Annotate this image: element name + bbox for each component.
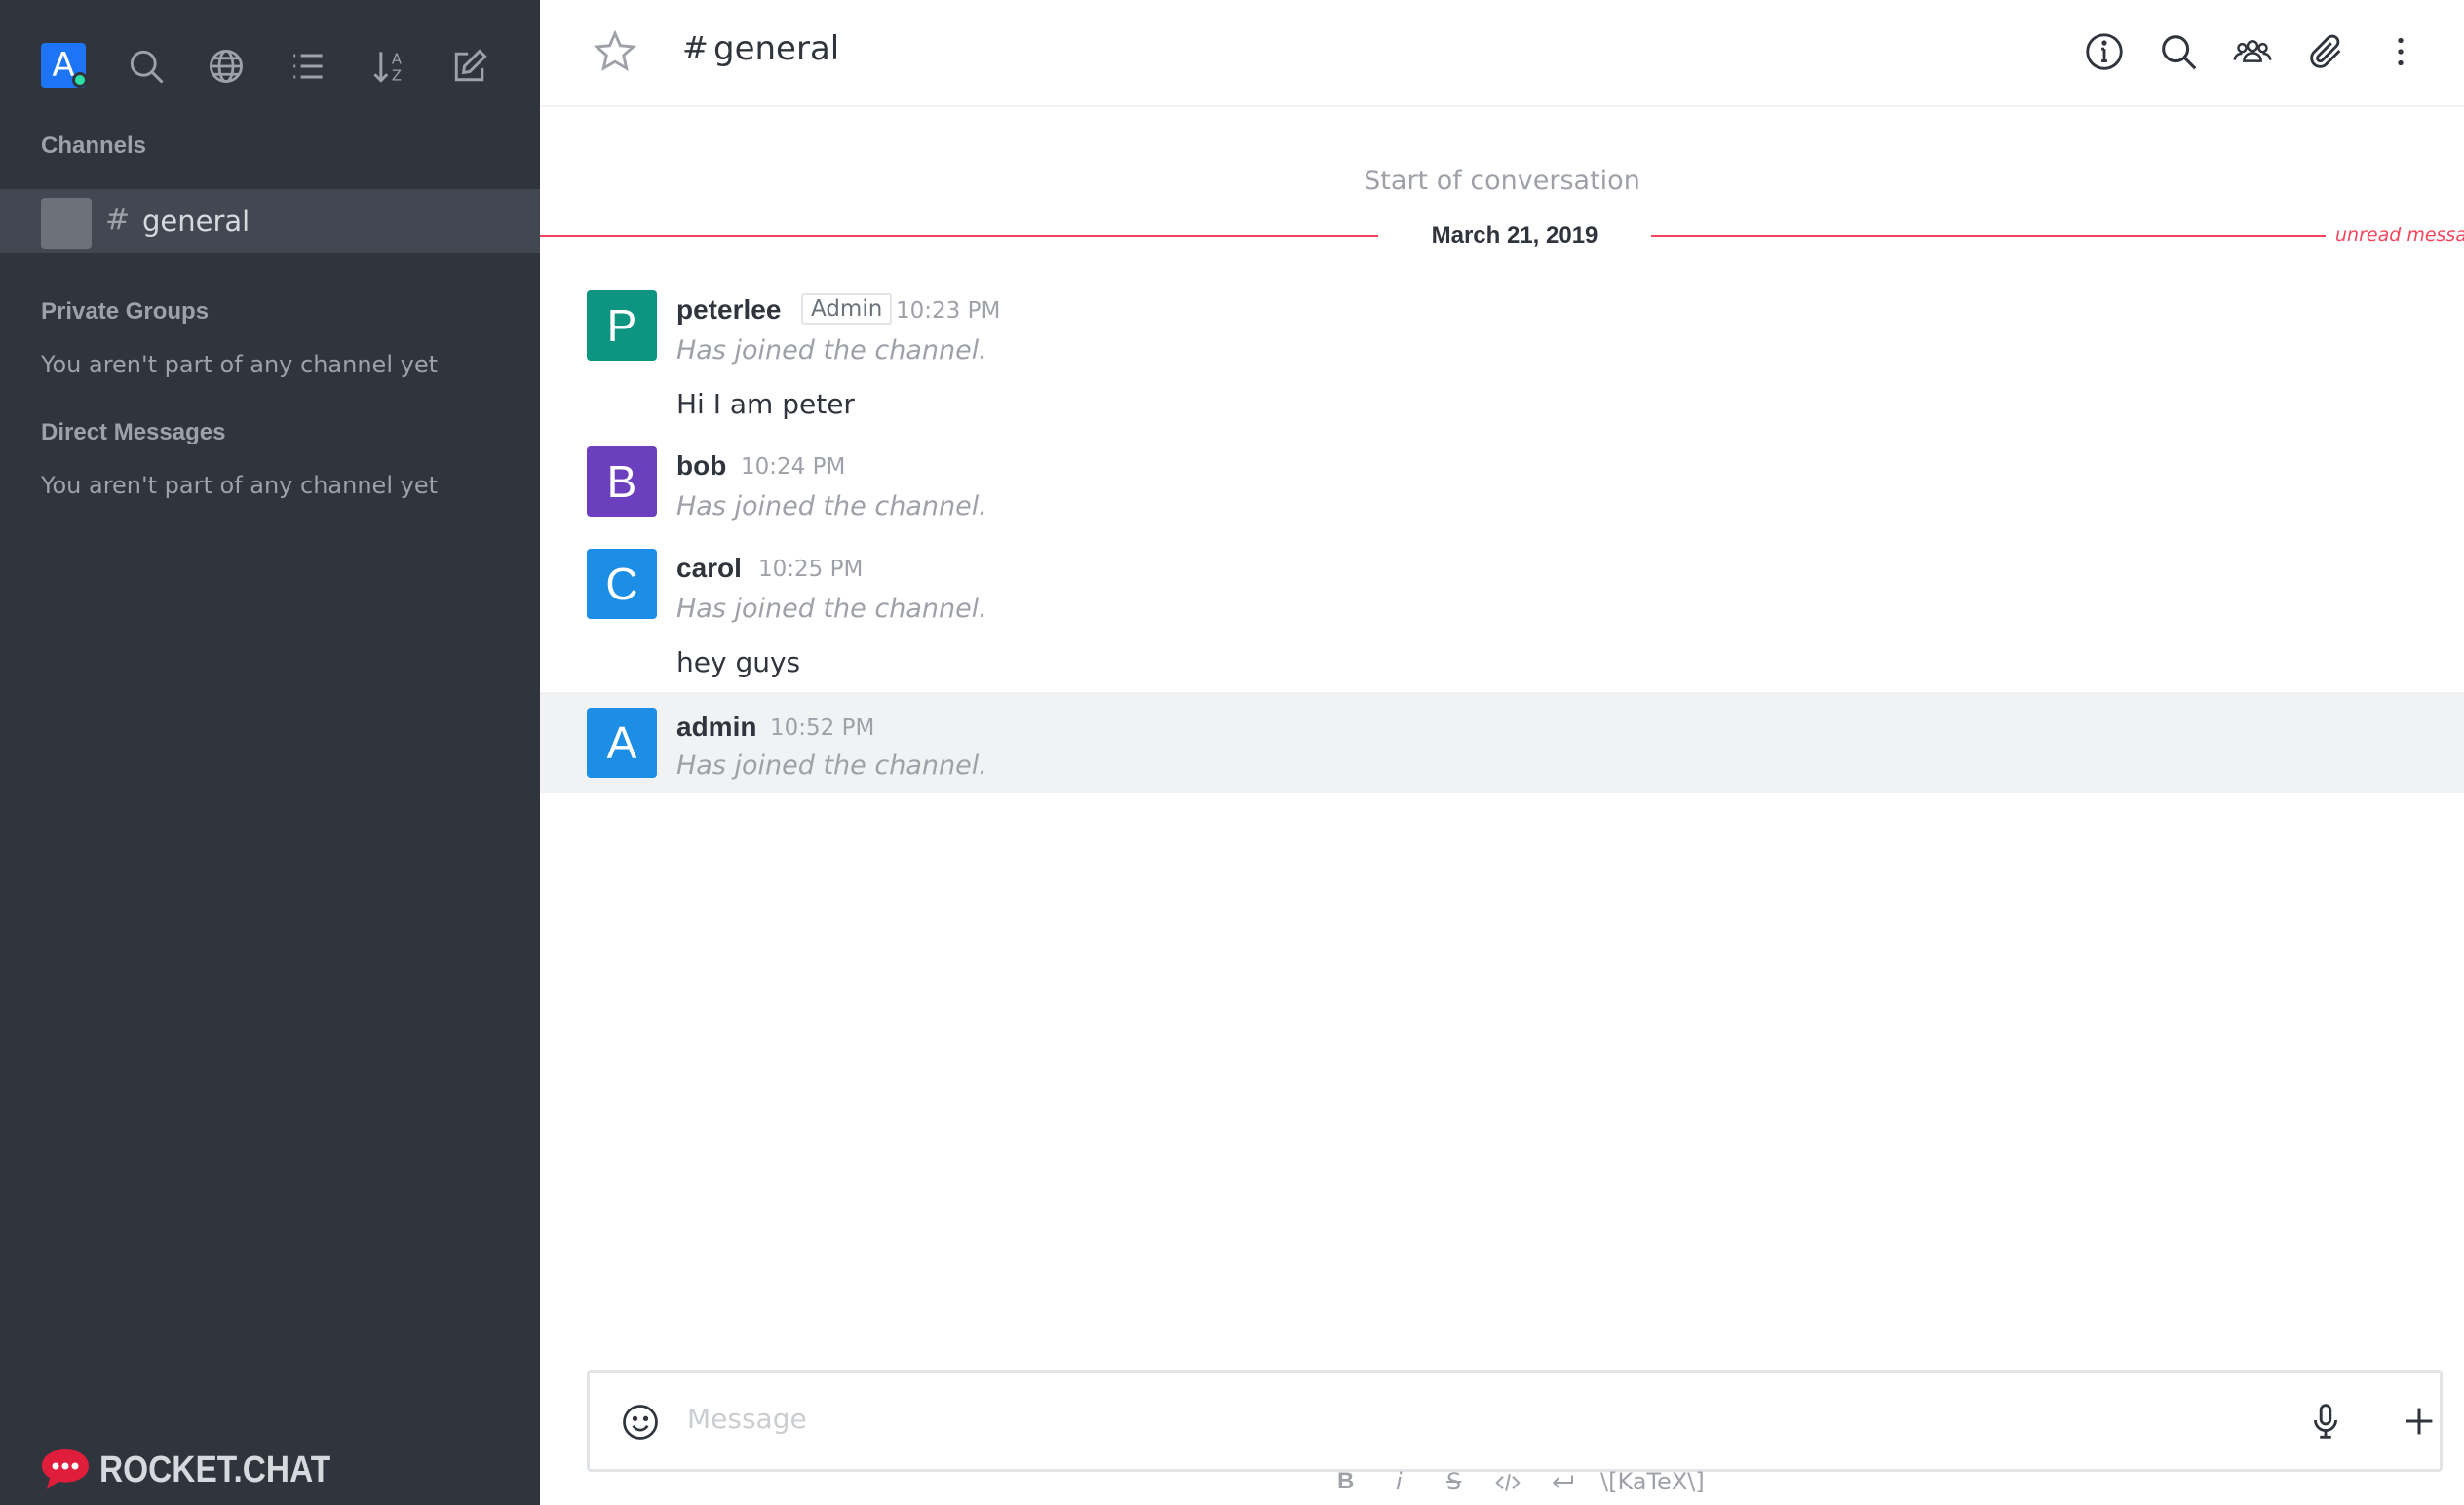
message-username[interactable]: admin xyxy=(676,712,756,743)
multiline-icon[interactable] xyxy=(1548,1468,1577,1503)
rocketchat-logo: ROCKET.CHAT xyxy=(39,1445,363,1495)
unread-messages-label[interactable]: unread messag xyxy=(2335,224,2464,246)
unread-divider-line xyxy=(1651,235,2326,237)
message-username[interactable]: carol xyxy=(676,553,742,584)
svg-text:A: A xyxy=(392,51,402,67)
avatar[interactable]: A xyxy=(587,708,657,778)
avatar[interactable]: P xyxy=(587,290,657,361)
plus-icon[interactable] xyxy=(2397,1399,2442,1444)
search-icon[interactable] xyxy=(125,45,168,88)
kebab-menu-icon[interactable] xyxy=(2378,29,2423,74)
sidebar-item-label: general xyxy=(142,205,250,238)
message-item[interactable]: A admin 10:52 PM Has joined the channel. xyxy=(540,692,2464,793)
message-input[interactable]: Message xyxy=(687,1403,807,1435)
code-icon[interactable] xyxy=(1493,1468,1522,1503)
room-title: general xyxy=(713,29,840,68)
info-icon[interactable] xyxy=(2082,29,2127,74)
microphone-icon[interactable] xyxy=(2303,1399,2348,1444)
svg-text:Z: Z xyxy=(392,68,402,85)
message-item[interactable]: B bob 10:24 PM Has joined the channel. xyxy=(540,439,2464,532)
message-text: Hi I am peter xyxy=(676,388,855,420)
system-message-text: Has joined the channel. xyxy=(676,594,987,624)
search-icon[interactable] xyxy=(2156,29,2201,74)
format-bold-button[interactable]: B xyxy=(1337,1468,1354,1503)
message-timestamp: 10:25 PM xyxy=(758,557,864,582)
format-strike-button[interactable]: S xyxy=(1446,1468,1461,1503)
sort-icon[interactable]: AZ xyxy=(368,45,411,88)
message-text: hey guys xyxy=(676,646,801,678)
sidebar-item-general[interactable]: # general xyxy=(0,189,540,253)
attachment-icon[interactable] xyxy=(2304,29,2349,74)
system-message-text: Has joined the channel. xyxy=(676,335,987,366)
role-badge: Admin xyxy=(801,293,893,325)
room-hash-icon: # xyxy=(682,29,709,66)
katex-button[interactable]: \[KaTeX\] xyxy=(1600,1468,1705,1503)
message-username[interactable]: peterlee xyxy=(676,294,781,326)
channel-avatar xyxy=(41,198,92,249)
avatar[interactable]: C xyxy=(587,549,657,619)
edit-icon[interactable] xyxy=(448,45,491,88)
globe-icon[interactable] xyxy=(205,45,248,88)
message-username[interactable]: bob xyxy=(676,450,726,482)
date-divider: March 21, 2019 xyxy=(1431,222,1598,249)
direct-messages-section-title: Direct Messages xyxy=(41,419,226,445)
message-timestamp: 10:23 PM xyxy=(896,298,1001,324)
message-item[interactable]: C carol 10:25 PM Has joined the channel.… xyxy=(540,541,2464,689)
avatar[interactable]: B xyxy=(587,446,657,517)
logo-text: ROCKET.CHAT xyxy=(99,1448,331,1490)
favorite-star-icon[interactable] xyxy=(591,27,639,76)
emoji-icon[interactable] xyxy=(619,1401,662,1444)
format-italic-button[interactable]: i xyxy=(1396,1468,1403,1503)
private-groups-section-title: Private Groups xyxy=(41,298,210,325)
list-icon[interactable] xyxy=(287,45,329,88)
hash-icon: # xyxy=(105,203,131,237)
system-message-text: Has joined the channel. xyxy=(676,751,987,781)
members-icon[interactable] xyxy=(2230,29,2275,74)
unread-divider-line xyxy=(540,235,1378,237)
message-timestamp: 10:52 PM xyxy=(770,715,875,741)
system-message-text: Has joined the channel. xyxy=(676,491,987,521)
main-room: # general Start of conversation March 21… xyxy=(540,0,2464,1505)
sidebar-toolbar: A AZ xyxy=(0,0,540,133)
room-header: # general xyxy=(540,0,2464,107)
start-of-conversation: Start of conversation xyxy=(1364,166,1640,196)
message-item[interactable]: P peterlee Admin 10:23 PM Has joined the… xyxy=(540,283,2464,431)
rocket-logo-icon xyxy=(42,1449,89,1489)
private-groups-empty-text: You aren't part of any channel yet xyxy=(41,351,438,378)
message-composer: Message xyxy=(587,1370,2443,1472)
user-status-indicator xyxy=(72,72,88,88)
sidebar: A AZ Channels # general Private Groups Y… xyxy=(0,0,540,1505)
channels-section-title: Channels xyxy=(41,133,147,159)
message-timestamp: 10:24 PM xyxy=(741,454,846,480)
direct-messages-empty-text: You aren't part of any channel yet xyxy=(41,472,438,499)
